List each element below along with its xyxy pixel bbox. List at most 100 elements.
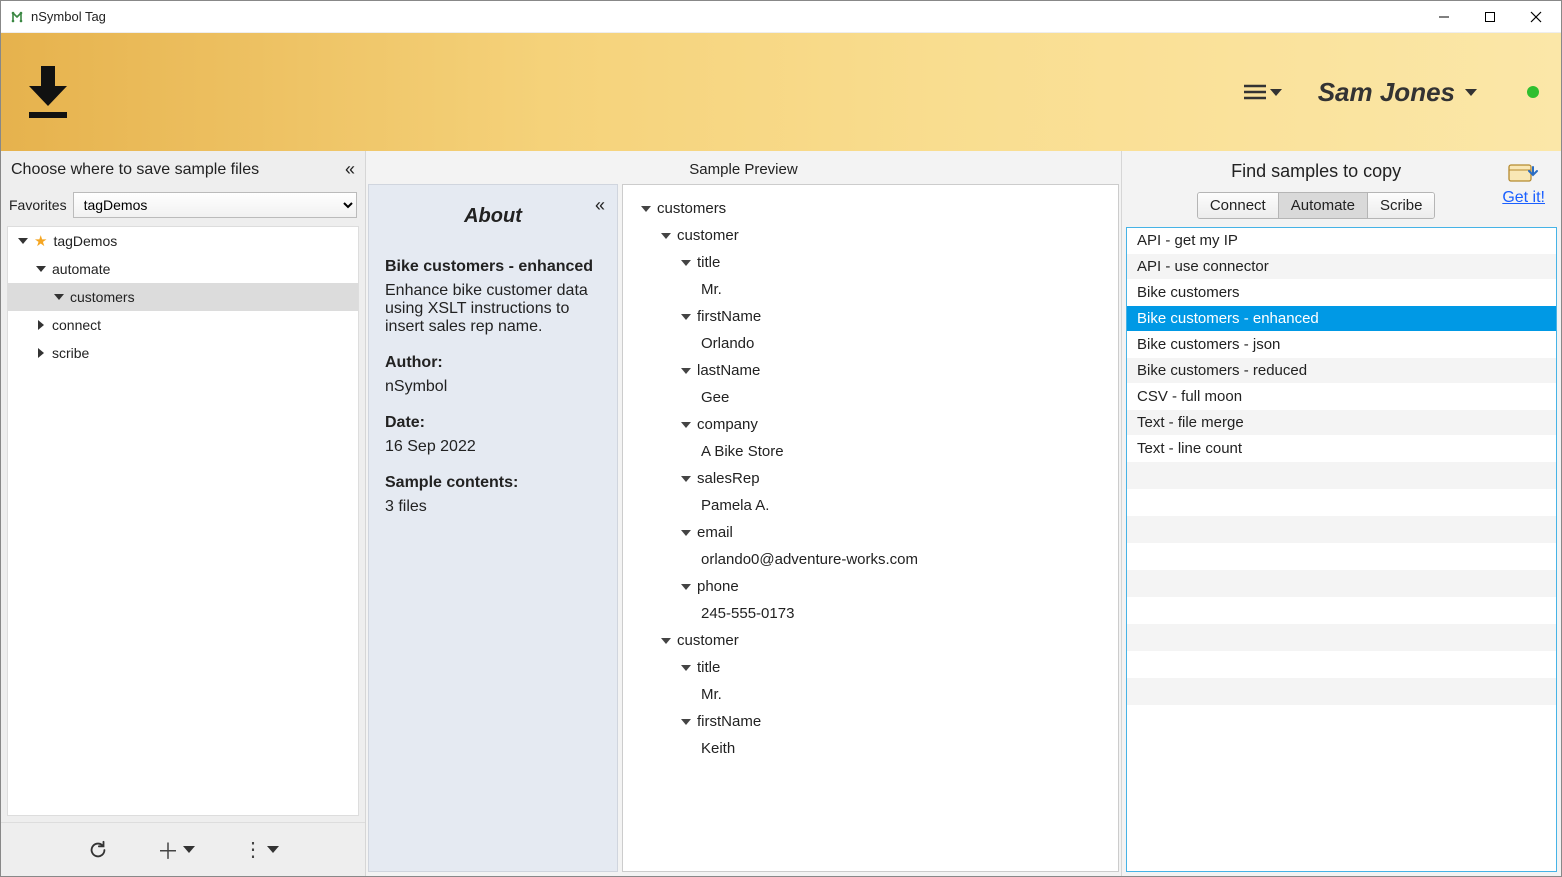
expand-icon[interactable] bbox=[681, 584, 691, 590]
expand-icon[interactable] bbox=[681, 719, 691, 725]
tree-item[interactable]: connect bbox=[8, 311, 358, 339]
empty-row bbox=[1127, 705, 1556, 732]
data-value: Mr. bbox=[631, 276, 1110, 303]
data-node[interactable]: company bbox=[631, 411, 1110, 438]
data-label: firstName bbox=[697, 303, 761, 330]
sample-item[interactable]: Bike customers bbox=[1127, 280, 1556, 306]
data-label: A Bike Store bbox=[701, 438, 784, 465]
data-label: Mr. bbox=[701, 276, 722, 303]
data-label: 245-555-0173 bbox=[701, 600, 794, 627]
favorites-label: Favorites bbox=[9, 197, 67, 213]
sample-item[interactable]: CSV - full moon bbox=[1127, 384, 1556, 410]
collapse-about-icon[interactable]: « bbox=[595, 195, 605, 216]
data-label: Orlando bbox=[701, 330, 754, 357]
username: Sam Jones bbox=[1318, 77, 1455, 108]
data-label: firstName bbox=[697, 708, 761, 735]
data-node[interactable]: customer bbox=[631, 222, 1110, 249]
data-label: company bbox=[697, 411, 758, 438]
left-panel-title: Choose where to save sample files bbox=[11, 161, 259, 179]
app-icon bbox=[9, 9, 25, 25]
data-node[interactable]: phone bbox=[631, 573, 1110, 600]
sample-item[interactable]: API - use connector bbox=[1127, 254, 1556, 280]
tree-item[interactable]: automate bbox=[8, 255, 358, 283]
data-label: customer bbox=[677, 627, 739, 654]
data-tree[interactable]: customerscustomertitleMr.firstNameOrland… bbox=[622, 184, 1119, 872]
expand-icon[interactable] bbox=[681, 530, 691, 536]
expand-icon[interactable] bbox=[661, 638, 671, 644]
expand-icon[interactable] bbox=[641, 206, 651, 212]
expand-icon[interactable] bbox=[681, 260, 691, 266]
data-value: 245-555-0173 bbox=[631, 600, 1110, 627]
expand-icon[interactable] bbox=[681, 422, 691, 428]
expand-icon[interactable] bbox=[38, 320, 44, 330]
sample-item[interactable]: Text - line count bbox=[1127, 436, 1556, 462]
sample-item[interactable]: Bike customers - enhanced bbox=[1127, 306, 1556, 332]
folder-tree[interactable]: ★tagDemos automate customersconnect scribe bbox=[7, 226, 359, 816]
sample-item[interactable]: Bike customers - reduced bbox=[1127, 358, 1556, 384]
expand-icon[interactable] bbox=[681, 314, 691, 320]
collapse-left-icon[interactable]: « bbox=[345, 159, 355, 180]
data-label: customer bbox=[677, 222, 739, 249]
category-tab[interactable]: Automate bbox=[1279, 193, 1368, 218]
data-node[interactable]: salesRep bbox=[631, 465, 1110, 492]
chevron-down-icon bbox=[1270, 89, 1282, 96]
expand-icon[interactable] bbox=[661, 233, 671, 239]
category-tabs: ConnectAutomateScribe bbox=[1197, 192, 1436, 219]
empty-row bbox=[1127, 570, 1556, 597]
download-icon bbox=[23, 64, 73, 120]
expand-icon[interactable] bbox=[54, 294, 64, 300]
data-node[interactable]: firstName bbox=[631, 708, 1110, 735]
data-node[interactable]: email bbox=[631, 519, 1110, 546]
right-panel-header: Find samples to copy ConnectAutomateScri… bbox=[1122, 151, 1561, 227]
data-node[interactable]: title bbox=[631, 654, 1110, 681]
expand-icon[interactable] bbox=[681, 368, 691, 374]
getit-icon bbox=[1507, 161, 1541, 187]
data-label: title bbox=[697, 249, 720, 276]
data-label: customers bbox=[657, 195, 726, 222]
data-label: lastName bbox=[697, 357, 760, 384]
expand-icon[interactable] bbox=[681, 476, 691, 482]
data-label: Gee bbox=[701, 384, 729, 411]
favorites-select[interactable]: tagDemos bbox=[73, 192, 357, 218]
author-label: Author: bbox=[385, 354, 601, 372]
category-tab[interactable]: Scribe bbox=[1368, 193, 1435, 218]
user-menu[interactable]: Sam Jones bbox=[1318, 77, 1539, 108]
maximize-button[interactable] bbox=[1467, 1, 1513, 33]
minimize-button[interactable] bbox=[1421, 1, 1467, 33]
category-tab[interactable]: Connect bbox=[1198, 193, 1279, 218]
data-label: phone bbox=[697, 573, 739, 600]
left-panel-header: Choose where to save sample files « bbox=[1, 151, 365, 188]
more-button[interactable]: ⋮ bbox=[243, 837, 279, 862]
tree-item-label: automate bbox=[52, 261, 110, 277]
data-node[interactable]: lastName bbox=[631, 357, 1110, 384]
plus-icon: ＋ bbox=[157, 834, 179, 866]
add-button[interactable]: ＋ bbox=[157, 834, 195, 866]
expand-icon[interactable] bbox=[36, 266, 46, 272]
expand-icon[interactable] bbox=[38, 348, 44, 358]
data-node[interactable]: title bbox=[631, 249, 1110, 276]
sample-list[interactable]: API - get my IPAPI - use connectorBike c… bbox=[1126, 227, 1557, 872]
sample-item[interactable]: Bike customers - json bbox=[1127, 332, 1556, 358]
data-node[interactable]: firstName bbox=[631, 303, 1110, 330]
tree-item-label: scribe bbox=[52, 345, 89, 361]
data-label: Pamela A. bbox=[701, 492, 769, 519]
getit-link[interactable]: Get it! bbox=[1502, 189, 1545, 207]
empty-row bbox=[1127, 489, 1556, 516]
about-pane: « About Bike customers - enhanced Enhanc… bbox=[368, 184, 618, 872]
menu-dropdown[interactable] bbox=[1242, 83, 1282, 101]
header-band: Sam Jones bbox=[1, 33, 1561, 151]
empty-row bbox=[1127, 624, 1556, 651]
sample-item[interactable]: Text - file merge bbox=[1127, 410, 1556, 436]
expand-icon[interactable] bbox=[18, 238, 28, 244]
data-label: Keith bbox=[701, 735, 735, 762]
tree-item[interactable]: scribe bbox=[8, 339, 358, 367]
close-button[interactable] bbox=[1513, 1, 1559, 33]
data-node[interactable]: customer bbox=[631, 627, 1110, 654]
tree-item[interactable]: customers bbox=[8, 283, 358, 311]
refresh-button[interactable] bbox=[87, 839, 109, 861]
tree-item[interactable]: ★tagDemos bbox=[8, 227, 358, 255]
expand-icon[interactable] bbox=[681, 665, 691, 671]
date-label: Date: bbox=[385, 414, 601, 432]
sample-item[interactable]: API - get my IP bbox=[1127, 228, 1556, 254]
data-node[interactable]: customers bbox=[631, 195, 1110, 222]
